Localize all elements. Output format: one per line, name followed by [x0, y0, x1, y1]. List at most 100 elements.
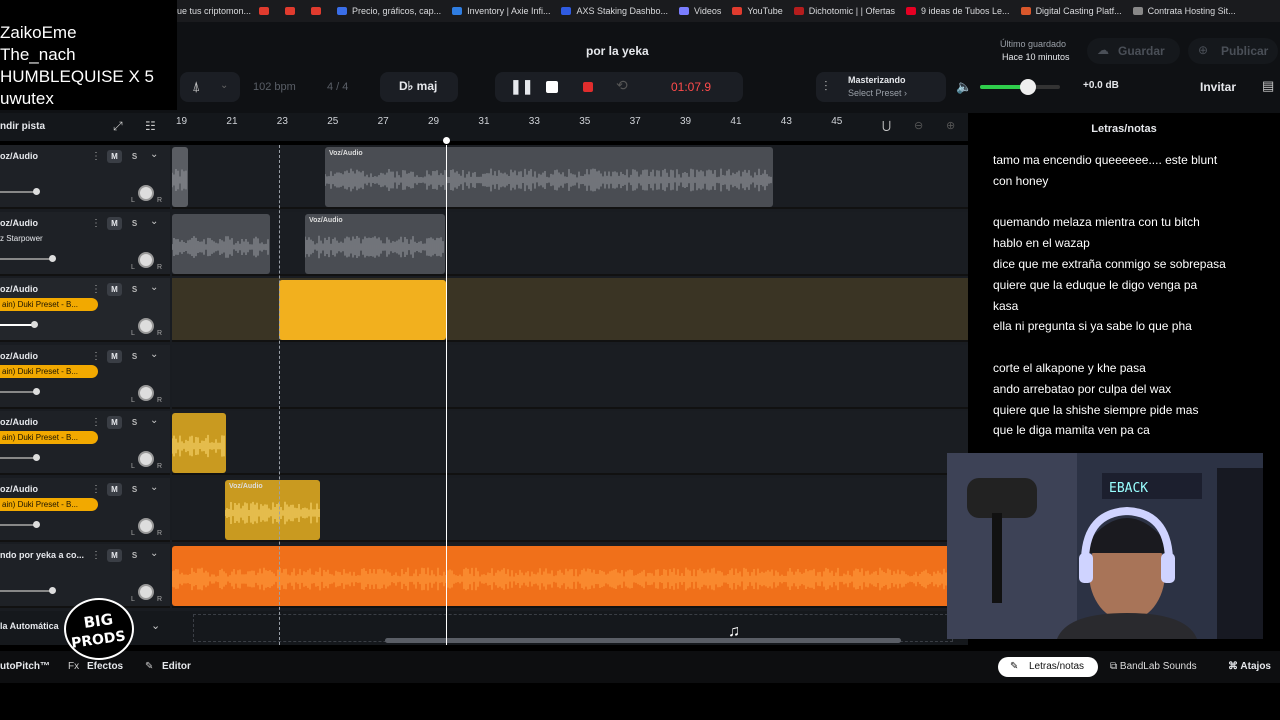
track-volume-slider[interactable] [0, 390, 36, 393]
volume-knob[interactable] [1020, 79, 1036, 95]
mute-button[interactable]: M [107, 416, 122, 429]
pan-knob[interactable] [138, 384, 154, 401]
editor-button[interactable]: Editor [162, 661, 191, 672]
chevron-down-icon[interactable]: ⌄ [151, 619, 160, 632]
track-lane[interactable]: Voz/Audio [172, 477, 968, 542]
track-header[interactable]: oz/Audio ain) Duki Preset - B... ⋮ M S ⌄ L… [0, 411, 170, 475]
settings-icon[interactable]: ☷ [145, 119, 156, 133]
stop-button[interactable] [546, 81, 558, 93]
track-lane[interactable] [172, 278, 968, 342]
key-button[interactable]: D♭ maj [380, 72, 458, 102]
pan-knob[interactable] [138, 451, 154, 467]
speaker-icon[interactable]: 🔈 [956, 79, 972, 95]
track-volume-slider[interactable] [0, 457, 36, 459]
lyrics-line[interactable]: que le diga mamita ven pa ca [993, 420, 1226, 441]
track-header[interactable]: oz/Audio z Starpower ⋮ M S ⌄ LR [0, 211, 170, 276]
track-volume-slider[interactable] [0, 590, 52, 592]
lyrics-line[interactable]: quiere que la shishe siempre pide mas [993, 400, 1226, 421]
playhead-handle[interactable] [443, 137, 450, 144]
bookmark-item[interactable]: Videos [679, 6, 721, 16]
track-preset-badge[interactable]: ain) Duki Preset - B... [0, 298, 98, 311]
track-lane[interactable] [172, 344, 968, 409]
pan-knob[interactable] [138, 584, 154, 600]
chevron-down-icon[interactable]: ⌄ [150, 216, 158, 227]
bookmark-item[interactable]: Dichotomic | | Ofertas [793, 6, 895, 16]
bpm-value[interactable]: 102 bpm [253, 81, 296, 93]
track-name[interactable]: oz/Audio [0, 484, 38, 494]
track-name[interactable]: oz/Audio [0, 351, 38, 361]
bookmark-item[interactable] [311, 7, 326, 15]
sounds-tab[interactable]: ⧉ BandLab Sounds [1110, 661, 1197, 672]
lyrics-line[interactable] [993, 337, 1226, 358]
chevron-down-icon[interactable]: ⌄ [150, 149, 158, 160]
save-button[interactable]: ☁ Guardar [1087, 38, 1180, 64]
bookmark-item[interactable] [285, 7, 300, 15]
track-header[interactable]: oz/Audio ⋮ M S ⌄ LR [0, 145, 170, 209]
pan-knob[interactable] [138, 251, 154, 268]
mute-button[interactable]: M [107, 216, 122, 230]
track-header[interactable]: oz/Audio ain) Duki Preset - B... ⋮ M S ⌄ L… [0, 344, 170, 409]
lyrics-line[interactable]: tamo ma encendio queeeeee.... este blunt [993, 150, 1226, 171]
loop-icon[interactable]: ⟲ [616, 77, 628, 94]
more-options-icon[interactable]: ⋮ [91, 550, 101, 561]
more-options-icon[interactable]: ⋮ [91, 351, 101, 362]
more-options-icon[interactable]: ⋮ [91, 484, 101, 495]
audio-clip[interactable]: Voz/Audio [225, 479, 320, 540]
volume-handle[interactable] [31, 321, 38, 328]
volume-handle[interactable] [33, 387, 40, 395]
bookmark-item[interactable]: Digital Casting Platf... [1020, 6, 1122, 16]
bookmark-item[interactable]: Contrata Hosting Sit... [1132, 6, 1236, 16]
volume-handle[interactable] [33, 188, 40, 195]
more-options-icon[interactable]: ⋮ [91, 151, 101, 162]
chevron-down-icon[interactable]: ⌄ [150, 548, 158, 559]
zoom-in-icon[interactable]: ⊕ [946, 119, 955, 132]
more-options-icon[interactable]: ⋮ [91, 417, 101, 428]
volume-handle[interactable] [33, 454, 40, 461]
audio-clip[interactable] [172, 147, 188, 207]
track-name[interactable]: oz/Audio [0, 417, 38, 427]
mute-button[interactable]: M [107, 482, 122, 496]
track-volume-slider[interactable] [0, 257, 52, 260]
effects-button[interactable]: Efectos [87, 661, 123, 672]
track-header[interactable]: oz/Audio ain) Duki Preset - B... ⋮ M S ⌄ L… [0, 278, 170, 342]
volume-handle[interactable] [49, 254, 56, 262]
mute-button[interactable]: M [107, 150, 122, 163]
menu-icon[interactable]: ▤ [1262, 78, 1274, 94]
bookmark-item[interactable]: YouTube [732, 6, 783, 16]
lyrics-line[interactable]: kasa [993, 296, 1226, 317]
bookmark-item[interactable]: 9 ideas de Tubos Le... [905, 6, 1010, 16]
volume-handle[interactable] [49, 587, 56, 594]
solo-button[interactable]: S [127, 549, 142, 562]
volume-handle[interactable] [33, 520, 40, 528]
track-preset-badge[interactable]: ain) Duki Preset - B... [0, 431, 98, 444]
track-volume-slider[interactable] [0, 191, 36, 193]
track-preset-badge[interactable]: ain) Duki Preset - B... [0, 364, 98, 378]
track-volume-slider[interactable] [0, 324, 34, 326]
lyrics-line[interactable] [993, 192, 1226, 213]
solo-button[interactable]: S [127, 483, 142, 496]
audio-clip[interactable] [172, 213, 270, 274]
magnet-icon[interactable]: ⋃ [882, 119, 891, 132]
master-volume-slider[interactable] [980, 79, 1060, 95]
lyrics-line[interactable]: con honey [993, 171, 1226, 192]
publish-button[interactable]: ⊕ Publicar [1188, 38, 1278, 64]
lyrics-tab[interactable]: ✎ Letras/notas [998, 657, 1098, 677]
audio-clip[interactable] [279, 280, 446, 340]
lyrics-line[interactable]: hablo en el wazap [993, 233, 1226, 254]
track-preset-badge[interactable]: ain) Duki Preset - B... [0, 497, 98, 511]
bookmark-item[interactable]: AXS Staking Dashbo... [561, 6, 668, 16]
add-track-button[interactable]: ndir pista [0, 121, 45, 132]
zoom-out-icon[interactable]: ⊖ [914, 119, 923, 132]
chevron-down-icon[interactable]: ⌄ [150, 482, 158, 493]
track-name[interactable]: oz/Audio [0, 151, 38, 161]
track-lane[interactable] [172, 411, 968, 475]
more-options-icon[interactable]: ⋮ [91, 218, 101, 229]
lyrics-line[interactable]: ando arrebatao por culpa del wax [993, 379, 1226, 400]
pause-button[interactable]: ❚❚ [510, 78, 533, 95]
pan-knob[interactable] [138, 318, 154, 334]
solo-button[interactable]: S [127, 416, 142, 429]
mute-button[interactable]: M [107, 349, 122, 363]
lyrics-line[interactable]: quiere que la eduque le digo venga pa [993, 275, 1226, 296]
chevron-down-icon[interactable]: ⌄ [150, 282, 158, 293]
track-lane[interactable] [172, 544, 968, 608]
